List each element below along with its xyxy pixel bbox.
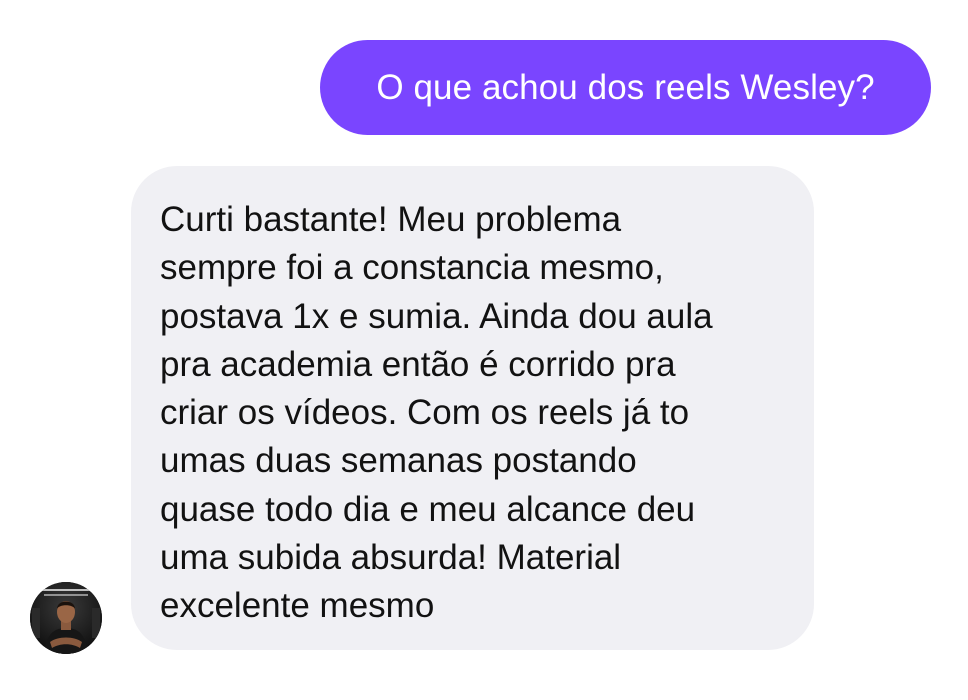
sent-message-text: O que achou dos reels Wesley? bbox=[376, 67, 875, 107]
avatar-photo-icon bbox=[30, 582, 102, 654]
sent-message-bubble[interactable]: O que achou dos reels Wesley? bbox=[320, 40, 931, 135]
chat-thread: O que achou dos reels Wesley? Curti bast… bbox=[0, 0, 968, 700]
received-message-bubble[interactable]: Curti bastante! Meu problema sempre foi … bbox=[131, 166, 814, 650]
sender-avatar[interactable] bbox=[30, 582, 102, 654]
